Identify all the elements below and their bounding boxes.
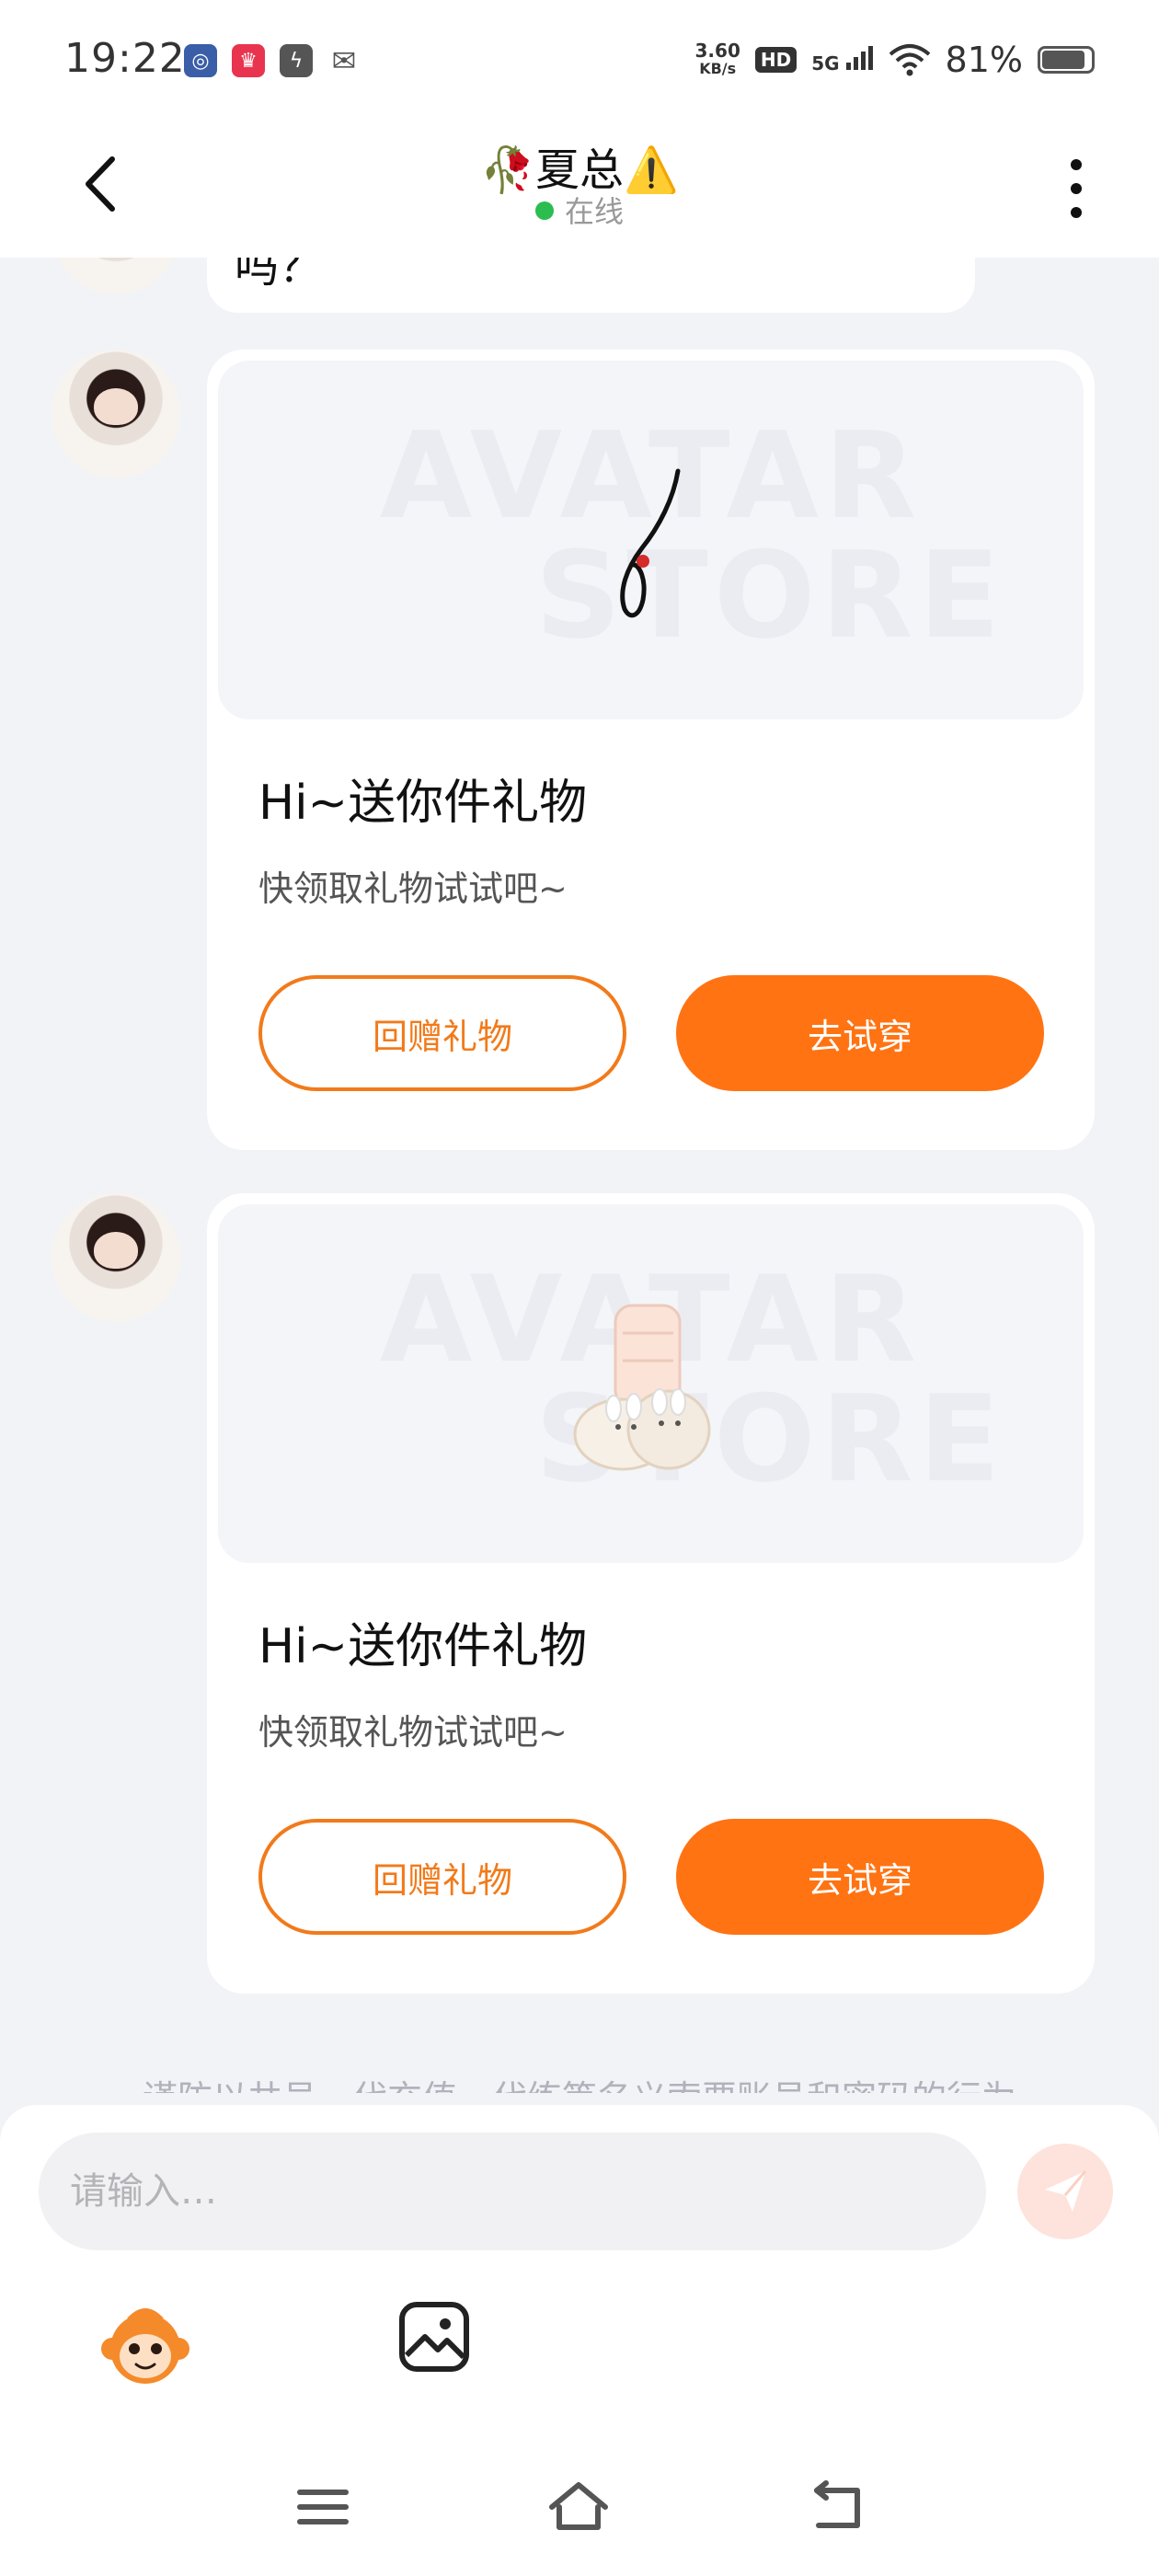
online-status: 在线 — [0, 189, 1159, 231]
try-on-button[interactable]: 去试穿 — [676, 1819, 1044, 1935]
send-icon — [1045, 2170, 1087, 2212]
try-on-button[interactable]: 去试穿 — [676, 975, 1044, 1091]
battery-level: 81% — [945, 40, 1023, 80]
hd-icon: HD — [754, 47, 798, 73]
return-gift-button[interactable]: 回赠礼物 — [258, 1819, 626, 1935]
status-time: 19:22 — [64, 35, 186, 82]
avatar[interactable] — [52, 1193, 180, 1322]
gift-card: AVATAR STORE Hi~送你件礼物 快领取礼物试试吧~ 回赠礼物 去试穿 — [207, 350, 1095, 1150]
gift-item-image[interactable]: AVATAR STORE — [218, 1204, 1084, 1563]
message-text: 吗？ — [235, 258, 324, 293]
menu-icon[interactable] — [291, 2479, 355, 2535]
battery-icon — [1038, 46, 1095, 74]
text-message[interactable]: 吗？ — [207, 258, 975, 313]
status-bar: 19:22 ◎ ♛ ϟ ✉ 3.60 KB/s HD 5G 81% — [0, 0, 1159, 124]
app-notification-icon: ◎ — [184, 44, 217, 77]
app-notification-icon: ♛ — [232, 44, 265, 77]
gift-card-subtitle: 快领取礼物试试吧~ — [258, 868, 568, 909]
network-speed: 3.60 KB/s — [694, 40, 740, 77]
gift-card-title: Hi~送你件礼物 — [258, 776, 588, 831]
store-watermark: STORE — [534, 525, 1006, 665]
avatar[interactable] — [52, 350, 180, 478]
necklace-icon — [620, 468, 681, 618]
monkey-emoji-icon[interactable] — [99, 2298, 191, 2390]
gift-card: AVATAR STORE Hi~送你件礼物 快领取礼物试试吧~ 回赠礼物 去试穿 — [207, 1193, 1095, 1994]
wechat-icon: ✉ — [331, 43, 357, 78]
more-options-button[interactable] — [1058, 152, 1095, 225]
image-picker-icon[interactable] — [397, 2300, 471, 2374]
home-icon[interactable] — [546, 2479, 611, 2535]
return-gift-button[interactable]: 回赠礼物 — [258, 975, 626, 1091]
system-navigation-bar — [0, 2466, 1159, 2548]
signal-icon: 5G — [811, 45, 873, 75]
online-dot-icon — [534, 201, 554, 220]
chat-header: 🥀夏总⚠️ 在线 — [0, 124, 1159, 258]
gift-card-subtitle: 快领取礼物试试吧~ — [258, 1712, 568, 1753]
bunny-slippers-icon — [573, 1304, 711, 1471]
back-nav-icon[interactable] — [806, 2479, 870, 2535]
message-input[interactable] — [39, 2133, 986, 2250]
gift-card-title: Hi~送你件礼物 — [258, 1619, 588, 1674]
chat-messages[interactable]: 吗？ AVATAR STORE Hi~送你件礼物 快领取礼物试试吧~ 回赠礼物 … — [0, 258, 1159, 2093]
safety-notice: 谨防以共号、代充值、代练等名义索要账号和密码的行为 — [0, 2070, 1159, 2093]
send-button[interactable] — [1017, 2144, 1113, 2239]
wifi-icon — [889, 44, 930, 76]
gift-item-image[interactable]: AVATAR STORE — [218, 361, 1084, 719]
avatar[interactable] — [52, 258, 180, 294]
app-notification-icon: ϟ — [280, 44, 313, 77]
